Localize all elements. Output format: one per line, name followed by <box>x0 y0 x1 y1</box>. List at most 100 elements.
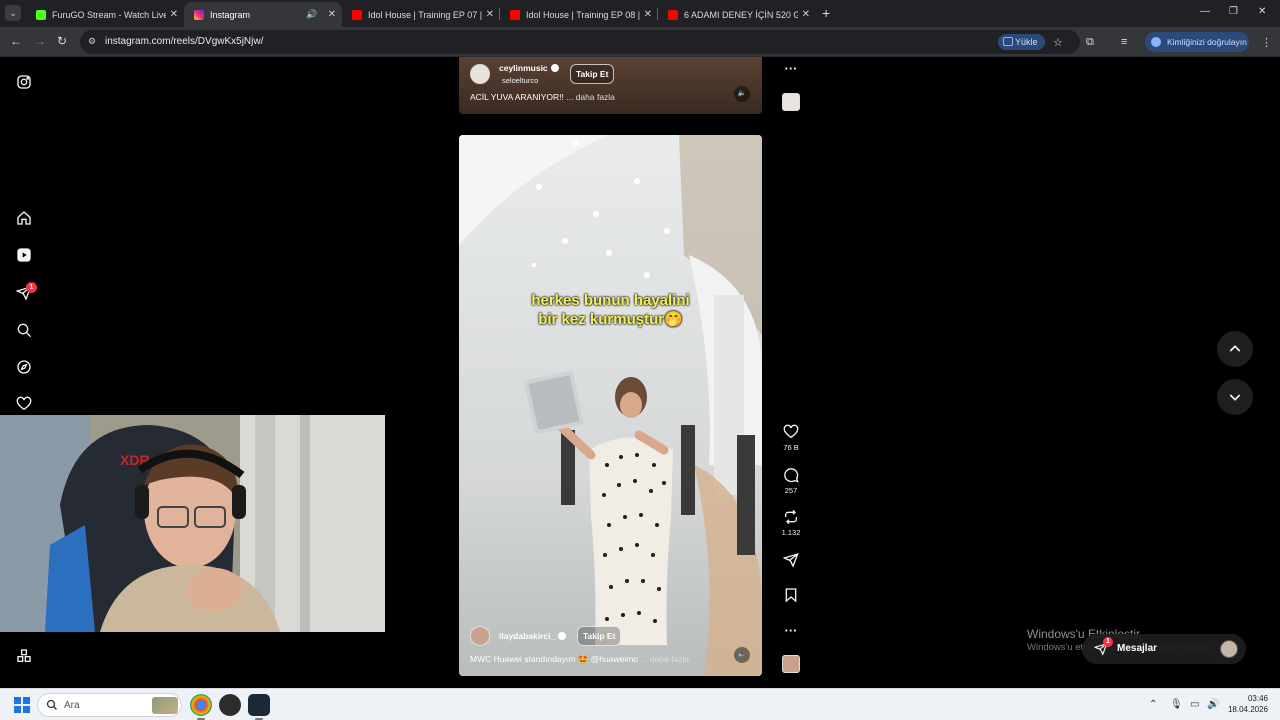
volume-icon[interactable]: 🔊 <box>1207 699 1219 710</box>
clock-time: 03:46 <box>1247 694 1268 703</box>
tab-furugo[interactable]: FuruGO Stream - Watch Live on ✕ <box>26 2 184 27</box>
reel-caption: MWC Huawei standındayım 🤩 @huaweimo ... … <box>470 654 689 665</box>
tab-search-chevron-icon[interactable]: ⌄ <box>5 5 21 21</box>
back-arrow-icon[interactable]: ← <box>10 34 22 48</box>
messages-badge: 1 <box>1103 637 1113 647</box>
search-icon <box>46 699 57 710</box>
save-button[interactable] <box>775 587 807 603</box>
previous-reel[interactable]: ceylinmusic seloelturco Takip Et ACİL YU… <box>459 57 762 114</box>
windows-taskbar: Ara ⌃ 🎙 ▭ 🔊 03:46 18.04.2026 <box>0 688 1280 720</box>
media-control-icon[interactable]: ≡ <box>1121 36 1127 48</box>
username-text: ceylinmusic <box>499 63 548 73</box>
upload-label: Yükle <box>1015 37 1038 47</box>
reel-username[interactable]: ilaydabakirci_ <box>499 631 567 641</box>
more-link[interactable]: ... daha fazla <box>640 654 689 664</box>
network-icon[interactable]: ▭ <box>1190 699 1199 710</box>
close-tab-icon[interactable]: ✕ <box>486 9 494 20</box>
caption-text: MWC Huawei standındayım 🤩 @huaweimo <box>470 654 639 664</box>
speaker-icon[interactable]: 🔊 <box>306 9 317 20</box>
tab-instagram[interactable]: Instagram 🔊 ✕ <box>184 2 342 27</box>
reels-icon[interactable] <box>16 247 32 263</box>
site-info-icon[interactable]: ⚙ <box>88 36 100 48</box>
reel-caption: ACİL YUVA ARANIYOR!! ... daha fazla <box>470 92 615 102</box>
tab-title: 6 ADAMI DENEY İÇİN 520 GÜN <box>684 9 798 20</box>
audio-thumbnail[interactable] <box>782 93 800 111</box>
tab-6-adami[interactable]: 6 ADAMI DENEY İÇİN 520 GÜN ✕ <box>658 2 816 27</box>
explore-compass-icon[interactable] <box>16 359 32 375</box>
comment-icon <box>784 468 799 483</box>
taskbar-search[interactable]: Ara <box>37 693 182 717</box>
instagram-favicon-icon <box>194 9 204 20</box>
follow-button[interactable]: Takip Et <box>577 626 622 646</box>
more-link[interactable]: ... daha fazla <box>566 92 615 102</box>
chevron-down-icon <box>1229 394 1241 401</box>
close-tab-icon[interactable]: ✕ <box>328 9 336 20</box>
reload-icon[interactable]: ↻ <box>57 34 67 48</box>
more-apps-icon[interactable] <box>16 648 32 664</box>
avatar[interactable] <box>470 64 490 84</box>
youtube-favicon-icon <box>510 9 520 20</box>
avatar <box>1220 640 1238 658</box>
like-button[interactable]: 76 B <box>775 424 807 452</box>
search-highlight-image <box>152 697 178 714</box>
overlay-line-1: herkes bunun hayalini <box>531 292 690 309</box>
url-text[interactable]: instagram.com/reels/DVgwKx5jNjw/ <box>105 36 263 47</box>
bookmark-icon <box>785 588 797 603</box>
extensions-icon[interactable]: ⧉ <box>1086 36 1094 49</box>
avatar[interactable] <box>470 626 490 646</box>
new-tab-plus-icon[interactable]: + <box>822 5 830 21</box>
tab-idol-house-07[interactable]: Idol House | Training EP 07 | Eğ ✕ <box>342 2 500 27</box>
verify-identity-button[interactable]: Kimliğinizi doğrulayın <box>1145 32 1249 52</box>
restore-icon[interactable]: ❐ <box>1229 6 1238 17</box>
search-icon[interactable] <box>16 322 32 338</box>
previous-reel-button[interactable] <box>1217 331 1253 367</box>
home-icon[interactable] <box>16 210 32 226</box>
reel-overlay-text: herkes bunun hayalini bir kez kurmuştur🤭 <box>459 291 762 329</box>
minimize-icon[interactable]: — <box>1200 6 1210 17</box>
close-window-icon[interactable]: ✕ <box>1258 6 1266 17</box>
forward-arrow-icon[interactable]: → <box>34 34 46 48</box>
next-reel-button[interactable] <box>1217 379 1253 415</box>
messages-button[interactable]: 1 Mesajlar <box>1082 634 1246 664</box>
comment-count: 257 <box>784 486 798 495</box>
heart-notifications-icon[interactable] <box>16 396 32 412</box>
youtube-favicon-icon <box>352 9 362 20</box>
microphone-icon[interactable]: 🎙 <box>1170 699 1183 710</box>
reel-username[interactable]: ceylinmusic <box>499 63 559 73</box>
verified-badge-icon <box>550 64 559 72</box>
address-bar[interactable]: ⚙ instagram.com/reels/DVgwKx5jNjw/ <box>80 30 1080 54</box>
collab-user[interactable]: seloelturco <box>502 76 538 85</box>
bookmark-star-icon[interactable]: ☆ <box>1053 36 1063 49</box>
more-options-icon[interactable]: ··· <box>775 60 807 78</box>
browser-menu-icon[interactable]: ⋮ <box>1261 36 1272 49</box>
audio-toggle-icon[interactable]: 🔈 <box>734 86 750 102</box>
audio-thumbnail[interactable] <box>782 655 800 673</box>
heart-icon <box>783 424 799 439</box>
like-count: 76 B <box>783 443 799 452</box>
comment-button[interactable]: 257 <box>775 467 807 495</box>
repost-button[interactable]: 1.132 <box>775 509 807 537</box>
profile-shield-icon <box>1151 37 1161 47</box>
tab-title: Idol House | Training EP 08 | Öğ <box>526 9 640 20</box>
obs-app-icon[interactable] <box>219 694 241 716</box>
close-tab-icon[interactable]: ✕ <box>802 9 810 20</box>
follow-button[interactable]: Takip Et <box>570 64 615 84</box>
reel-video-frame <box>459 135 762 676</box>
repost-count: 1.132 <box>781 528 801 537</box>
close-tab-icon[interactable]: ✕ <box>170 9 178 20</box>
steam-app-icon[interactable] <box>248 694 270 720</box>
chrome-app-icon[interactable] <box>190 694 212 720</box>
messages-label: Mesajlar <box>1117 643 1158 654</box>
audio-toggle-icon[interactable]: 🔈 <box>734 647 750 663</box>
windows-start-icon[interactable] <box>14 697 30 713</box>
instagram-logo-icon[interactable] <box>16 74 32 90</box>
more-options-icon[interactable]: ··· <box>775 622 807 640</box>
system-clock[interactable]: 03:46 18.04.2026 <box>1222 693 1268 715</box>
tab-idol-house-08[interactable]: Idol House | Training EP 08 | Öğ ✕ <box>500 2 658 27</box>
share-button[interactable] <box>775 552 807 568</box>
close-tab-icon[interactable]: ✕ <box>644 9 652 20</box>
youtube-favicon-icon <box>668 9 678 20</box>
current-reel[interactable]: herkes bunun hayalini bir kez kurmuştur🤭… <box>459 135 762 676</box>
upload-button[interactable]: Yükle <box>998 34 1045 50</box>
tray-overflow-chevron-icon[interactable]: ⌃ <box>1149 699 1157 710</box>
